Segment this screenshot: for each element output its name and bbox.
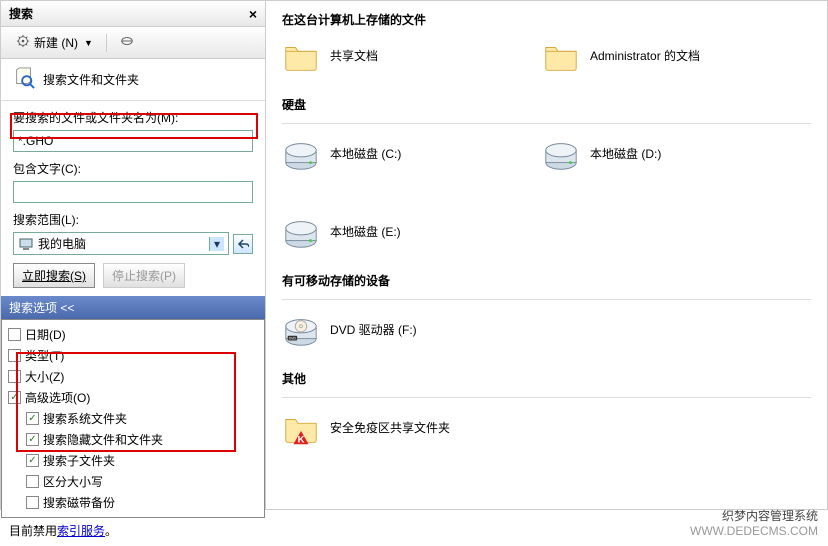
divider (282, 123, 811, 124)
search-header-row: 搜索文件和文件夹 (1, 59, 265, 101)
filename-input[interactable] (13, 130, 253, 152)
search-icon (13, 67, 35, 92)
checkbox-icon[interactable] (26, 496, 39, 509)
contains-input[interactable] (13, 181, 253, 203)
svg-text:K: K (298, 434, 305, 445)
item-label: 共享文档 (330, 49, 378, 65)
folder-icon (282, 38, 320, 76)
option-row[interactable]: 高级选项(O) (8, 387, 258, 408)
explorer-item[interactable]: 本地磁盘 (D:) (542, 136, 742, 174)
option-label: 搜索系统文件夹 (43, 410, 127, 427)
item-label: 安全免疫区共享文件夹 (330, 421, 450, 437)
index-service-link[interactable]: 索引服务 (57, 524, 105, 538)
item-label: 本地磁盘 (D:) (590, 147, 661, 163)
new-label: 新建 (N) (34, 34, 78, 51)
watermark-line1: 织梦内容管理系统 (690, 509, 818, 525)
option-row[interactable]: 搜索系统文件夹 (8, 408, 258, 429)
index-service-row: 目前禁用索引服务。 (1, 518, 265, 543)
computer-icon (18, 236, 34, 252)
option-label: 大小(Z) (25, 368, 64, 385)
search-now-button[interactable]: 立即搜索(S) (13, 263, 95, 288)
explorer-item[interactable]: 共享文档 (282, 38, 482, 76)
toolbar-divider (106, 34, 107, 52)
section-removable: 有可移动存储的设备 (282, 272, 811, 289)
watermark: 织梦内容管理系统 WWW.DEDECMS.COM (690, 509, 818, 540)
checkbox-icon[interactable] (26, 454, 39, 467)
stop-search-button: 停止搜索(P) (103, 263, 185, 288)
option-row[interactable]: 搜索子文件夹 (8, 450, 258, 471)
option-label: 搜索隐藏文件和文件夹 (43, 431, 163, 448)
option-label: 类型(T) (25, 347, 64, 364)
item-label: DVD 驱动器 (F:) (330, 323, 417, 339)
options-header[interactable]: 搜索选项 << (1, 296, 265, 319)
filename-label: 要搜索的文件或文件夹名为(M): (13, 109, 253, 126)
explorer-item[interactable]: 本地磁盘 (E:) (282, 214, 482, 252)
explorer-content: 在这台计算机上存储的文件 共享文档 Administrator 的文档 硬盘 本地… (266, 1, 827, 509)
item-label: Administrator 的文档 (590, 49, 700, 65)
security-folder-icon: K (282, 410, 320, 448)
scope-value: 我的电脑 (38, 235, 86, 252)
contains-label: 包含文字(C): (13, 160, 253, 177)
checkbox-icon[interactable] (8, 349, 21, 362)
drive-icon (542, 136, 580, 174)
option-label: 区分大小写 (43, 473, 103, 490)
close-icon[interactable]: × (249, 6, 257, 22)
chevron-down-icon: ▼ (84, 38, 93, 48)
option-row[interactable]: 搜索磁带备份 (8, 492, 258, 513)
drive-icon (282, 136, 320, 174)
option-row[interactable]: 日期(D) (8, 324, 258, 345)
checkbox-icon[interactable] (8, 328, 21, 341)
toolbar: 新建 (N) ▼ (1, 27, 265, 59)
option-row[interactable]: 搜索隐藏文件和文件夹 (8, 429, 258, 450)
checkbox-icon[interactable] (26, 433, 39, 446)
divider (282, 299, 811, 300)
option-label: 搜索子文件夹 (43, 452, 115, 469)
dvd-drive-icon: DVD (282, 312, 320, 350)
checkbox-icon[interactable] (8, 391, 21, 404)
svg-text:DVD: DVD (289, 337, 297, 341)
item-label: 本地磁盘 (E:) (330, 225, 401, 241)
option-label: 日期(D) (25, 326, 66, 343)
gear-icon (16, 34, 30, 51)
option-row[interactable]: 类型(T) (8, 345, 258, 366)
panel-title: 搜索 (9, 5, 249, 22)
option-row[interactable]: 大小(Z) (8, 366, 258, 387)
explorer-item[interactable]: K 安全免疫区共享文件夹 (282, 410, 482, 448)
explorer-item[interactable]: DVD DVD 驱动器 (F:) (282, 312, 482, 350)
explorer-item[interactable]: Administrator 的文档 (542, 38, 742, 76)
option-label: 高级选项(O) (25, 389, 90, 406)
options-list: 日期(D) 类型(T) 大小(Z) 高级选项(O) 搜索系统文件夹搜索隐藏文件和文件夹搜… (1, 319, 265, 518)
scope-select[interactable]: 我的电脑 ▾ (13, 232, 229, 255)
item-label: 本地磁盘 (C:) (330, 147, 401, 163)
index-suffix: 。 (105, 524, 117, 538)
page-button[interactable] (113, 31, 141, 54)
new-button[interactable]: 新建 (N) ▼ (9, 31, 100, 54)
section-drives: 硬盘 (282, 96, 811, 113)
divider (282, 397, 811, 398)
section-other: 其他 (282, 370, 811, 387)
watermark-line2: WWW.DEDECMS.COM (690, 524, 818, 540)
search-header-label: 搜索文件和文件夹 (43, 71, 139, 88)
checkbox-icon[interactable] (8, 370, 21, 383)
explorer-item[interactable]: 本地磁盘 (C:) (282, 136, 482, 174)
section-stored-files: 在这台计算机上存储的文件 (282, 11, 811, 28)
scope-label: 搜索范围(L): (13, 211, 253, 228)
search-form: 要搜索的文件或文件夹名为(M): 包含文字(C): 搜索范围(L): 我的电脑 … (1, 101, 265, 296)
drive-icon (282, 214, 320, 252)
folder-icon (542, 38, 580, 76)
back-button[interactable] (233, 234, 253, 254)
option-row[interactable]: 区分大小写 (8, 471, 258, 492)
checkbox-icon[interactable] (26, 475, 39, 488)
search-titlebar: 搜索 × (1, 1, 265, 27)
chevron-down-icon: ▾ (209, 237, 224, 251)
page-icon (120, 34, 134, 51)
index-prefix: 目前禁用 (9, 524, 57, 538)
checkbox-icon[interactable] (26, 412, 39, 425)
option-label: 搜索磁带备份 (43, 494, 115, 511)
